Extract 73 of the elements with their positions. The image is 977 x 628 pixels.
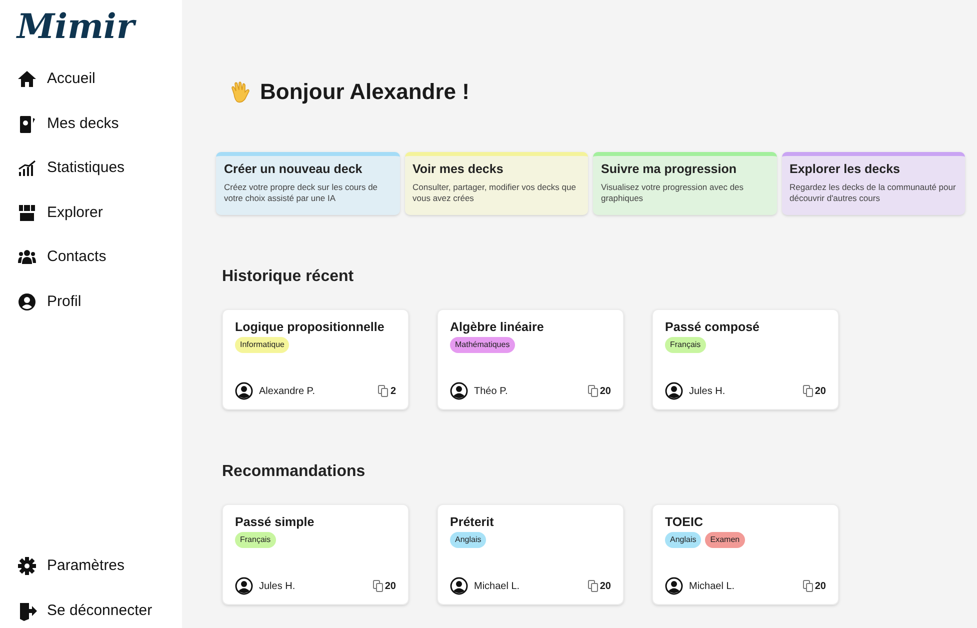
card-count: 20 xyxy=(384,580,396,594)
cards-icon xyxy=(588,580,598,592)
card-icon xyxy=(17,114,37,134)
card-title: Suivre ma progression xyxy=(601,162,738,178)
cards-icon xyxy=(802,580,813,592)
avatar-icon xyxy=(665,577,683,595)
nav-item[interactable]: Accueil xyxy=(17,68,182,90)
nav-item[interactable]: Statistiques xyxy=(17,157,182,180)
tag: Anglais xyxy=(665,532,702,548)
avatar-icon xyxy=(235,382,253,400)
author-name: Alexandre P. xyxy=(259,384,316,398)
deck-title: Préterit xyxy=(450,514,495,530)
author-name: Michael L. xyxy=(474,580,521,594)
section-title: Recommandations xyxy=(222,462,366,482)
home-icon xyxy=(17,69,37,90)
nav-item[interactable]: Se déconnecter xyxy=(17,600,182,622)
deck-card[interactable]: Logique propositionnelle Informatique Alexandre P. 2 xyxy=(222,309,409,410)
deck-card[interactable]: Préterit Anglais Michael L. 20 xyxy=(437,504,624,605)
cards-icon xyxy=(588,385,598,397)
deck-title: Algèbre linéaire xyxy=(450,319,545,336)
nav-item[interactable]: Profil xyxy=(17,290,182,313)
cards-icon xyxy=(372,580,383,592)
tag: Français xyxy=(665,337,706,354)
section-title: Historique récent xyxy=(222,267,355,287)
card-title: Voir mes decks xyxy=(412,162,504,178)
card-description: Visualisez votre progression avec des graphiques xyxy=(601,182,745,205)
deck-card[interactable]: TOEIC Anglais Examen Michael L. 20 xyxy=(652,504,839,605)
action-card[interactable]: Suivre ma progression Visualisez votre progression avec des graphiques xyxy=(593,152,776,215)
tag: Examen xyxy=(705,532,745,548)
card-title: Créer un nouveau deck xyxy=(224,162,364,178)
logo: Mimir xyxy=(17,10,138,44)
author-name: Jules H. xyxy=(259,580,296,594)
card-description: Créez votre propre deck sur les cours de votre choix assisté par une IA xyxy=(224,182,379,205)
deck-title: Passé simple xyxy=(235,514,316,530)
card-count: 20 xyxy=(600,580,611,594)
avatar-icon xyxy=(450,577,468,595)
author-name: Michael L. xyxy=(689,580,736,594)
deck-card[interactable]: Algèbre linéaire Mathématiques Théo P. 20 xyxy=(437,309,624,410)
card-title: Explorer les decks xyxy=(790,162,901,178)
nav-item[interactable]: Paramètres xyxy=(17,555,182,578)
card-count: 20 xyxy=(814,384,826,398)
deck-card[interactable]: Passé simple Français Jules H. 20 xyxy=(222,504,409,605)
card-count: 2 xyxy=(390,384,396,398)
nav-item[interactable]: Explorer xyxy=(17,202,182,224)
tag: Anglais xyxy=(450,532,486,548)
cards-icon xyxy=(802,385,813,397)
card-count: 20 xyxy=(814,580,826,594)
author-name: Théo P. xyxy=(474,384,509,398)
door-arrow-icon xyxy=(17,600,37,621)
tag: Mathématiques xyxy=(450,337,515,354)
author-name: Jules H. xyxy=(689,384,726,398)
tag: Informatique xyxy=(235,337,290,354)
storefront-icon xyxy=(17,202,37,223)
avatar-icon xyxy=(450,382,468,400)
action-card[interactable]: Créer un nouveau deck Créez votre propre deck sur les cours de votre choix assisté par une IA xyxy=(216,152,400,215)
card-count: 20 xyxy=(600,384,611,398)
action-card[interactable]: Voir mes decks Consulter, partager, modifier vos decks que vous avez crées xyxy=(404,152,588,215)
bar-chart-icon xyxy=(17,158,37,178)
deck-title: Logique propositionnelle xyxy=(235,319,386,336)
deck-card[interactable]: Passé composé Français Jules H. 20 xyxy=(652,309,839,410)
deck-title: TOEIC xyxy=(665,514,704,530)
cards-icon xyxy=(378,385,388,397)
card-description: Regardez les decks de la communauté pour découvrir d'autres cours xyxy=(790,182,957,205)
nav-item[interactable]: Contacts xyxy=(17,246,182,268)
avatar-icon xyxy=(665,382,683,400)
action-card[interactable]: Explorer les decks Regardez les decks de la communauté pour découvrir d'autres cours xyxy=(782,152,965,215)
greeting: Bonjour Alexandre ! xyxy=(260,78,470,106)
tag: Français xyxy=(235,532,276,548)
avatar-icon xyxy=(235,577,253,595)
card-description: Consulter, partager, modifier vos decks que vous avez crées xyxy=(412,182,577,205)
deck-title: Passé composé xyxy=(665,319,760,336)
nav-item[interactable]: Mes decks xyxy=(17,112,182,135)
user-icon xyxy=(17,292,37,312)
